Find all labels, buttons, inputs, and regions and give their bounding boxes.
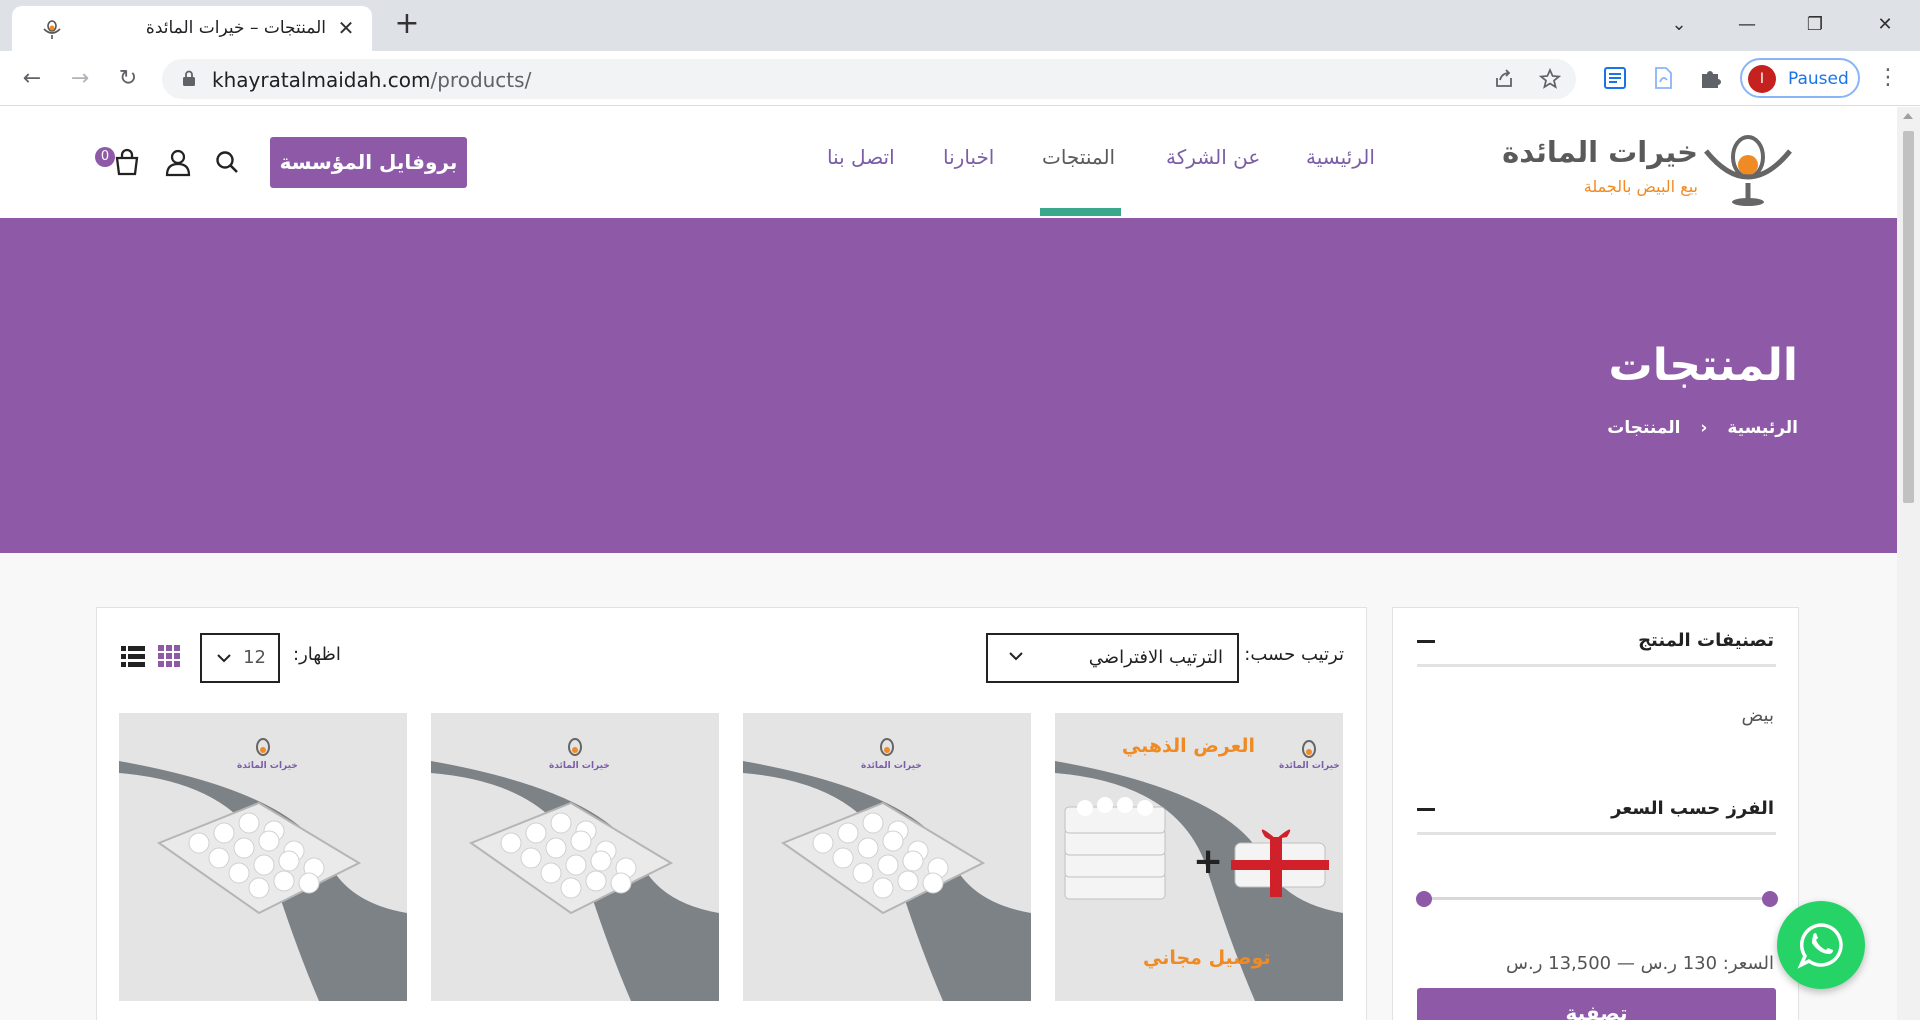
sort-value: الترتيب الافتراضي <box>1088 647 1223 668</box>
product-promo-subtitle: توصيل مجاني <box>1143 947 1271 969</box>
url-text: khayratalmaidah.com/products/ <box>212 68 532 92</box>
tab-search-chevron-icon[interactable]: ⌄ <box>1664 10 1694 40</box>
shop-sidebar: تصنيفات المنتج بيض الفرز حسب السعر السعر… <box>1392 607 1799 1020</box>
categories-collapse-icon[interactable] <box>1417 640 1435 643</box>
search-icon[interactable] <box>212 147 242 177</box>
reload-icon[interactable]: ↻ <box>112 63 144 95</box>
browser-menu-icon[interactable]: ⋮ <box>1874 64 1902 92</box>
nav-home[interactable]: الرئيسية <box>1306 145 1375 169</box>
browser-tab-strip: المنتجات – خيرات المائدة ✕ + ⌄ — ❐ ✕ <box>0 0 1920 51</box>
product-brand-label: خيرات المائدة <box>861 761 922 771</box>
whatsapp-icon <box>1797 923 1843 969</box>
whatsapp-button[interactable] <box>1777 901 1865 989</box>
breadcrumb-home[interactable]: الرئيسية <box>1727 418 1798 438</box>
product-card[interactable]: خيرات المائدة <box>119 713 407 1001</box>
browser-toolbar: ← → ↻ khayratalmaidah.com/products/ I Pa… <box>0 51 1920 106</box>
nav-active-indicator <box>1040 208 1121 216</box>
site-favicon-icon <box>43 20 61 39</box>
page-scrollbar[interactable] <box>1897 107 1920 1020</box>
product-brand-label: خيرات المائدة <box>1279 761 1340 771</box>
chevron-down-icon <box>217 654 231 663</box>
company-profile-button[interactable]: بروفايل المؤسسة <box>270 137 467 188</box>
restore-icon[interactable]: ❐ <box>1800 10 1830 40</box>
product-promo-title: العرض الذهبي <box>1121 735 1255 757</box>
tab-close-icon[interactable]: ✕ <box>334 16 358 40</box>
nav-contact[interactable]: اتصل بنا <box>827 145 895 169</box>
cart-icon[interactable] <box>112 147 142 177</box>
new-tab-icon[interactable]: + <box>392 9 422 40</box>
breadcrumb-current: المنتجات <box>1607 418 1681 438</box>
nav-news[interactable]: اخبارنا <box>943 145 994 169</box>
back-arrow-icon[interactable]: ← <box>16 63 48 95</box>
chevron-down-icon <box>1009 652 1023 661</box>
forward-arrow-icon[interactable]: → <box>64 63 96 95</box>
show-count-label: اظهار: <box>293 644 341 665</box>
show-count-select[interactable]: 12 <box>200 633 280 683</box>
show-count-value: 12 <box>243 647 266 668</box>
product-brand-label: خيرات المائدة <box>549 761 610 771</box>
site-logo[interactable]: خيرات المائدة بيع البيض بالجملة <box>1494 119 1798 211</box>
close-window-icon[interactable]: ✕ <box>1870 10 1900 40</box>
price-slider-max-handle[interactable] <box>1762 891 1778 907</box>
product-card[interactable]: خيرات المائدة <box>743 713 1031 1001</box>
price-widget-title: الفرز حسب السعر <box>1611 798 1774 819</box>
product-card[interactable]: + خيرات المائدة العرض الذهبي توصيل مجاني <box>1055 713 1343 1001</box>
address-bar[interactable]: khayratalmaidah.com/products/ <box>162 59 1576 99</box>
categories-divider <box>1417 664 1776 667</box>
cart-count-badge: 0 <box>95 147 115 167</box>
sort-select[interactable]: الترتيب الافتراضي <box>986 633 1239 683</box>
page-hero: المنتجات الرئيسية ‹ المنتجات <box>0 218 1897 553</box>
category-link[interactable]: بيض <box>1742 705 1775 726</box>
reader-extension-icon[interactable] <box>1602 65 1628 91</box>
price-range-label: السعر: 130 ر.س — 13,500 ر.س <box>1506 953 1774 974</box>
logo-tagline: بيع البيض بالجملة <box>1583 177 1698 196</box>
product-image <box>119 738 407 1001</box>
tab-title: المنتجات – خيرات المائدة <box>145 18 326 38</box>
page-title: المنتجات <box>1608 340 1798 391</box>
sort-label: ترتيب حسب: <box>1244 644 1344 665</box>
scroll-up-icon[interactable] <box>1903 113 1913 119</box>
nav-products[interactable]: المنتجات <box>1042 145 1115 169</box>
profile-button[interactable]: I Paused <box>1740 58 1860 98</box>
list-view-icon[interactable] <box>121 644 145 668</box>
filter-button[interactable]: تصفية <box>1417 988 1776 1020</box>
nav-about[interactable]: عن الشركة <box>1166 145 1260 169</box>
browser-tab[interactable]: المنتجات – خيرات المائدة ✕ <box>12 6 372 51</box>
product-card[interactable]: خيرات المائدة <box>431 713 719 1001</box>
price-divider <box>1417 832 1776 835</box>
price-slider-track[interactable] <box>1424 897 1770 900</box>
products-panel: ترتيب حسب: الترتيب الافتراضي اظهار: 12 +… <box>96 607 1367 1020</box>
product-brand-label: خيرات المائدة <box>237 761 298 771</box>
price-collapse-icon[interactable] <box>1417 808 1435 811</box>
profile-status: Paused <box>1788 69 1849 89</box>
site-header: خيرات المائدة بيع البيض بالجملة الرئيسية… <box>0 107 1897 218</box>
document-extension-icon[interactable] <box>1650 65 1676 91</box>
price-slider-min-handle[interactable] <box>1416 891 1432 907</box>
product-image <box>431 738 719 1001</box>
scrollbar-thumb[interactable] <box>1903 131 1914 503</box>
breadcrumb: الرئيسية ‹ المنتجات <box>1607 418 1798 438</box>
grid-view-icon[interactable] <box>157 644 181 668</box>
breadcrumb-chevron-icon: ‹ <box>1700 418 1708 438</box>
puzzle-extensions-icon[interactable] <box>1698 65 1724 91</box>
product-image <box>743 738 1031 1001</box>
categories-widget-title: تصنيفات المنتج <box>1638 630 1774 651</box>
logo-egg-icon <box>1704 135 1792 206</box>
lock-icon <box>183 70 195 86</box>
share-icon[interactable] <box>1492 67 1516 91</box>
svg-text:+: + <box>1193 841 1223 882</box>
bookmark-star-icon[interactable] <box>1538 67 1562 91</box>
avatar: I <box>1748 65 1776 93</box>
minimize-icon[interactable]: — <box>1732 10 1762 40</box>
account-icon[interactable] <box>163 147 193 177</box>
logo-name: خيرات المائدة <box>1502 135 1698 169</box>
